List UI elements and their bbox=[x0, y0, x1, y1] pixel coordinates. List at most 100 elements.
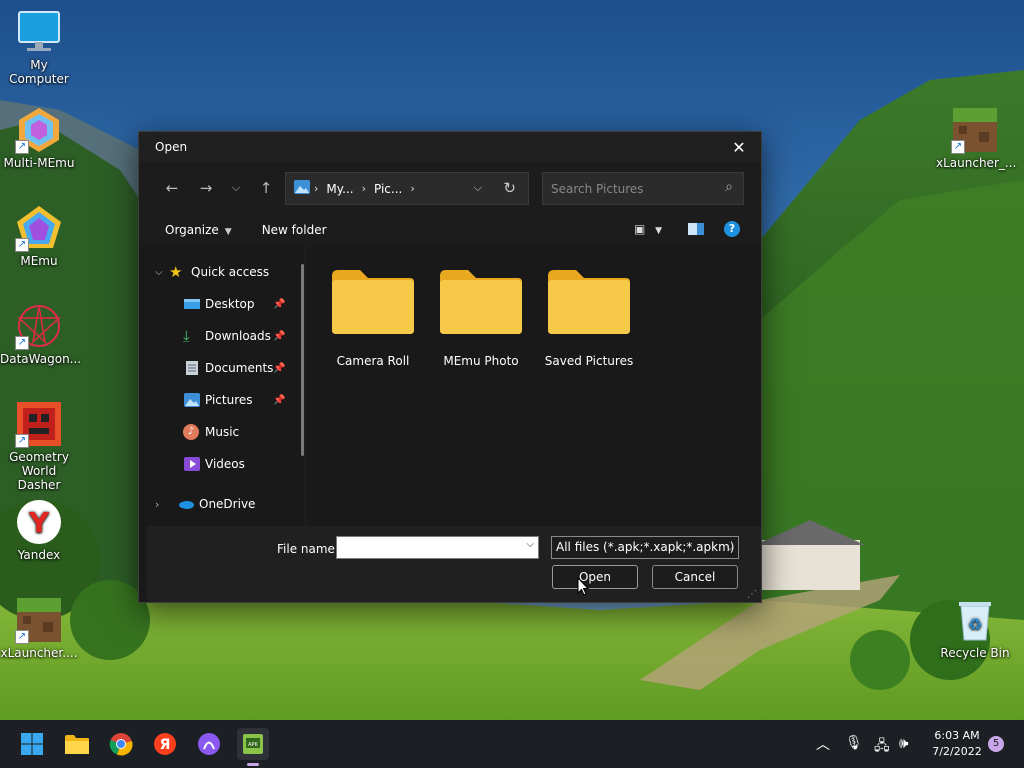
sidebar-item-onedrive[interactable]: › OneDrive bbox=[155, 492, 255, 516]
pin-icon[interactable]: 📌 bbox=[273, 363, 285, 374]
taskbar-apk-installer[interactable]: APK bbox=[237, 728, 269, 766]
start-button[interactable] bbox=[16, 728, 48, 760]
file-name-label: File name: bbox=[277, 542, 339, 556]
multi-memu-icon: ↗ bbox=[15, 106, 63, 154]
notification-badge[interactable]: 5 bbox=[988, 736, 1004, 752]
show-hidden-icons-chevron-up-icon[interactable]: ︿ bbox=[816, 734, 830, 754]
datawagon-icon: ↗ bbox=[15, 302, 63, 350]
taskbar-yandex[interactable]: Я bbox=[149, 728, 181, 760]
cancel-button[interactable]: Cancel bbox=[652, 565, 738, 589]
preview-pane-button[interactable] bbox=[688, 222, 704, 239]
sidebar-item-pictures[interactable]: Pictures 📌 bbox=[183, 388, 285, 412]
folder-item[interactable]: MEmu Photo bbox=[427, 268, 535, 368]
recent-locations-button[interactable]: ⌵ bbox=[223, 171, 249, 205]
sidebar-item-desktop[interactable]: Desktop 📌 bbox=[183, 292, 285, 316]
folder-icon bbox=[546, 268, 632, 338]
network-icon[interactable]: 🖧 bbox=[874, 735, 890, 759]
file-explorer-icon bbox=[65, 735, 89, 754]
sidebar-item-label: Desktop bbox=[205, 297, 255, 311]
desktop-icon-multi-memu[interactable]: ↗ Multi-MEmu bbox=[0, 106, 78, 170]
sidebar-item-quick-access[interactable]: ⌵ ★ Quick access bbox=[155, 260, 269, 284]
volume-icon[interactable]: 🕪 bbox=[899, 734, 908, 752]
geometry-dash-icon: ↗ bbox=[15, 400, 63, 448]
search-input[interactable]: Search Pictures ⌕ bbox=[542, 172, 744, 205]
view-icon: ▣ bbox=[634, 222, 646, 236]
folder-item[interactable]: Saved Pictures bbox=[535, 268, 643, 368]
close-button[interactable]: ✕ bbox=[717, 132, 761, 162]
file-type-select[interactable]: All files (*.apk;*.xapk;*.apkm) ⌵ bbox=[551, 536, 739, 559]
address-dropdown-icon[interactable]: ⌵ bbox=[474, 181, 482, 195]
pictures-icon bbox=[184, 393, 200, 407]
sidebar-item-videos[interactable]: Videos bbox=[183, 452, 245, 476]
svg-text:APK: APK bbox=[248, 742, 258, 748]
desktop-icon-yandex[interactable]: Y Yandex bbox=[0, 498, 78, 562]
dialog-titlebar[interactable]: Open ✕ bbox=[139, 132, 761, 162]
caret-down-icon: ▼ bbox=[655, 226, 663, 236]
dialog-footer: File name: ⌵ All files (*.apk;*.xapk;*.a… bbox=[147, 526, 761, 602]
organize-label: Organize bbox=[165, 223, 219, 237]
microphone-icon[interactable]: 🎙 bbox=[845, 735, 863, 751]
taskbar-alice[interactable] bbox=[193, 728, 225, 760]
desktop-icon-recycle-bin[interactable]: ♻ Recycle Bin bbox=[936, 596, 1014, 660]
svg-text:Я: Я bbox=[160, 737, 171, 753]
breadcrumb-my-pc[interactable]: My... bbox=[326, 182, 353, 196]
breadcrumb-pictures[interactable]: Pic... bbox=[374, 182, 402, 196]
sidebar-scrollbar[interactable] bbox=[301, 264, 304, 456]
desktop-icon-my-computer[interactable]: My Computer bbox=[0, 8, 78, 86]
desktop-icon-label: MEmu bbox=[20, 254, 58, 268]
alice-assistant-icon bbox=[198, 733, 220, 755]
folder-item[interactable]: Camera Roll bbox=[319, 268, 427, 368]
download-icon: ⤓ bbox=[183, 327, 190, 345]
sidebar-item-music[interactable]: ♪ Music bbox=[183, 420, 239, 444]
desktop-icon-label: xLauncher.... bbox=[0, 646, 78, 660]
desktop-icon-label: My Computer bbox=[9, 58, 69, 86]
resize-grip-icon[interactable]: ⋰ bbox=[747, 589, 757, 600]
shortcut-arrow-icon: ↗ bbox=[15, 140, 29, 154]
organize-button[interactable]: Organize ▼ bbox=[165, 223, 232, 237]
sidebar-item-documents[interactable]: Documents 📌 bbox=[183, 356, 285, 380]
pin-icon[interactable]: 📌 bbox=[273, 299, 285, 310]
navigation-pane: ⌵ ★ Quick access Desktop 📌 ⤓ Downloads 📌… bbox=[147, 246, 304, 526]
taskbar-file-explorer[interactable] bbox=[61, 728, 93, 760]
sidebar-item-label: Pictures bbox=[205, 393, 253, 407]
taskbar-clock[interactable]: 6:03 AM 7/2/2022 bbox=[924, 728, 990, 760]
music-icon: ♪ bbox=[183, 424, 199, 440]
folder-name: Saved Pictures bbox=[544, 354, 634, 368]
up-button[interactable]: ↑ bbox=[249, 171, 283, 205]
file-name-field[interactable]: ⌵ bbox=[336, 536, 539, 559]
search-icon: ⌕ bbox=[725, 179, 733, 195]
windows-logo-icon bbox=[21, 733, 43, 755]
pin-icon[interactable]: 📌 bbox=[273, 331, 285, 342]
monitor-icon bbox=[15, 8, 63, 56]
change-view-button[interactable]: ▣ ▼ bbox=[634, 222, 662, 236]
open-button[interactable]: Open bbox=[552, 565, 638, 589]
desktop-icon-datawagon[interactable]: ↗ DataWagon... bbox=[0, 302, 82, 366]
chevron-down-icon[interactable]: ⌵ bbox=[526, 539, 534, 550]
pin-icon[interactable]: 📌 bbox=[273, 395, 285, 406]
dialog-title: Open bbox=[155, 140, 188, 154]
help-icon[interactable]: ? bbox=[724, 221, 740, 237]
new-folder-button[interactable]: New folder bbox=[262, 223, 327, 237]
yandex-icon: Y bbox=[15, 498, 63, 546]
cloud-icon bbox=[179, 501, 194, 509]
desktop-icon-xlauncher-right[interactable]: ↗ xLauncher_... bbox=[936, 106, 1016, 170]
arrow-up-icon: ↑ bbox=[259, 179, 273, 197]
sidebar-item-downloads[interactable]: ⤓ Downloads 📌 bbox=[183, 324, 285, 348]
chevron-right-icon[interactable]: › bbox=[155, 498, 177, 511]
file-type-value: All files (*.apk;*.xapk;*.apkm) bbox=[556, 540, 735, 554]
chevron-down-icon[interactable]: ⌵ bbox=[155, 267, 169, 278]
address-bar[interactable]: › My... › Pic... › ⌵ ↻ bbox=[285, 172, 529, 205]
back-button[interactable]: ← bbox=[155, 171, 189, 205]
desktop-icon-label: DataWagon... bbox=[0, 352, 82, 366]
desktop-icon-geometry-world-dasher[interactable]: ↗ Geometry World Dasher bbox=[0, 400, 78, 492]
pane-divider[interactable] bbox=[305, 246, 306, 526]
desktop-icon-memu[interactable]: ↗ MEmu bbox=[0, 204, 78, 268]
desktop-icon-xlauncher[interactable]: ↗ xLauncher.... bbox=[0, 596, 78, 660]
forward-button[interactable]: → bbox=[189, 171, 223, 205]
taskbar-chrome[interactable] bbox=[105, 728, 137, 760]
mouse-cursor-icon bbox=[577, 577, 589, 596]
shortcut-arrow-icon: ↗ bbox=[15, 238, 29, 252]
sidebar-item-label: Documents bbox=[205, 361, 274, 375]
refresh-icon[interactable]: ↻ bbox=[503, 179, 516, 197]
xlauncher-icon: ↗ bbox=[951, 106, 999, 154]
